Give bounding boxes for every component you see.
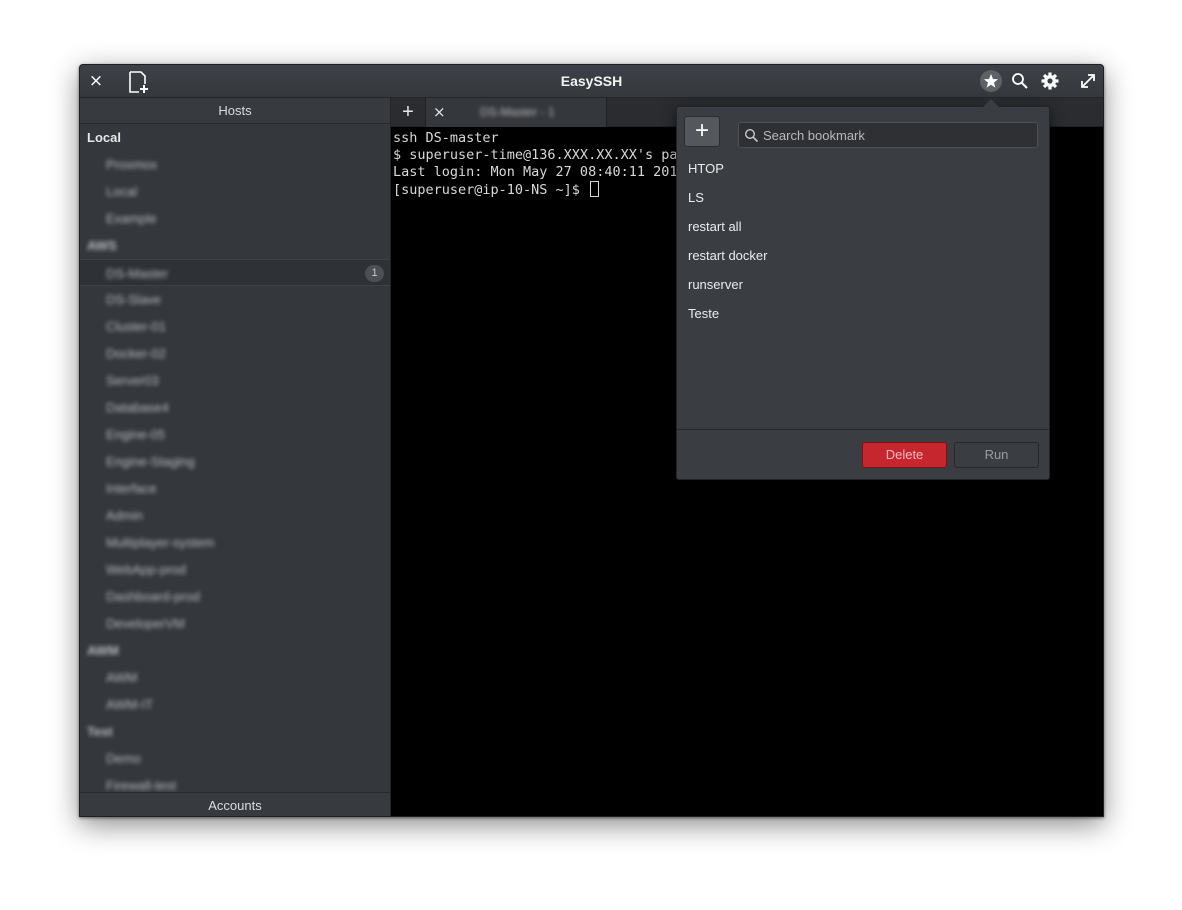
popover-divider [677,429,1049,430]
terminal-prompt: [superuser@ip-10-NS ~]$ [393,182,589,198]
host-item[interactable]: Engine-Staging [80,448,390,475]
bookmark-search-field[interactable] [738,122,1038,148]
maximize-icon[interactable] [1079,72,1097,90]
search-icon [744,128,759,143]
host-item[interactable]: Example [80,205,390,232]
accounts-button[interactable]: Accounts [80,792,390,816]
header-bar: × EasySSH [80,65,1103,98]
host-item[interactable]: Server03 [80,367,390,394]
host-item[interactable]: Docker-02 [80,340,390,367]
host-item[interactable]: Engine-05 [80,421,390,448]
host-item[interactable]: AWM [80,664,390,691]
new-tab-button[interactable]: + [391,98,426,127]
run-bookmark-button[interactable]: Run [954,442,1039,468]
delete-bookmark-button[interactable]: Delete [862,442,947,468]
group-header[interactable]: Local [80,124,390,151]
bookmark-item[interactable]: LS [677,183,1049,212]
bookmark-item[interactable]: restart all [677,212,1049,241]
host-item[interactable]: Demo [80,745,390,772]
host-item[interactable]: Dashboard-prod [80,583,390,610]
hosts-header: Hosts [80,98,390,124]
host-item[interactable]: AWM-IT [80,691,390,718]
host-item[interactable]: Database4 [80,394,390,421]
host-item[interactable]: WebApp-prod [80,556,390,583]
host-item[interactable]: Proxmox [80,151,390,178]
terminal-cursor [590,181,600,197]
close-tab-icon[interactable]: × [433,98,446,126]
group-header[interactable]: Test [80,718,390,745]
search-icon[interactable] [1011,72,1029,90]
add-bookmark-button[interactable]: + [684,116,720,147]
host-item[interactable]: Interface [80,475,390,502]
bookmark-item[interactable]: runserver [677,270,1049,299]
bookmarks-star-icon[interactable] [980,70,1002,92]
hosts-list: Local Proxmox Local Example AWS DS-Maste… [80,124,390,792]
host-item[interactable]: DeveloperVM [80,610,390,637]
host-item[interactable]: Local [80,178,390,205]
popover-arrow [983,99,999,107]
bookmark-item[interactable]: restart docker [677,241,1049,270]
gear-icon[interactable] [1040,71,1060,91]
host-item[interactable]: Multiplayer-system [80,529,390,556]
group-header[interactable]: AWM [80,637,390,664]
bookmark-item[interactable]: Teste [677,299,1049,328]
window-title: EasySSH [560,73,623,89]
bookmark-list: HTOP LS restart all restart docker runse… [677,154,1049,328]
host-item[interactable]: DS-Slave [80,286,390,313]
bookmark-item[interactable]: HTOP [677,154,1049,183]
host-item[interactable]: Cluster-01 [80,313,390,340]
tab-label: DS-Master - 1 [480,105,555,119]
hosts-sidebar: Hosts Local Proxmox Local Example AWS DS… [80,98,391,816]
bookmark-search-input[interactable] [763,123,1033,147]
bookmarks-popover: + HTOP LS restart all restart docker run… [676,99,1050,480]
host-item-selected[interactable]: DS-Master 1 [80,259,390,286]
tab-ds-master[interactable]: × DS-Master - 1 [426,98,607,127]
group-header[interactable]: AWS [80,232,390,259]
session-count-badge: 1 [365,265,384,282]
host-item[interactable]: Admin [80,502,390,529]
host-item[interactable]: Firewall-test [80,772,390,792]
